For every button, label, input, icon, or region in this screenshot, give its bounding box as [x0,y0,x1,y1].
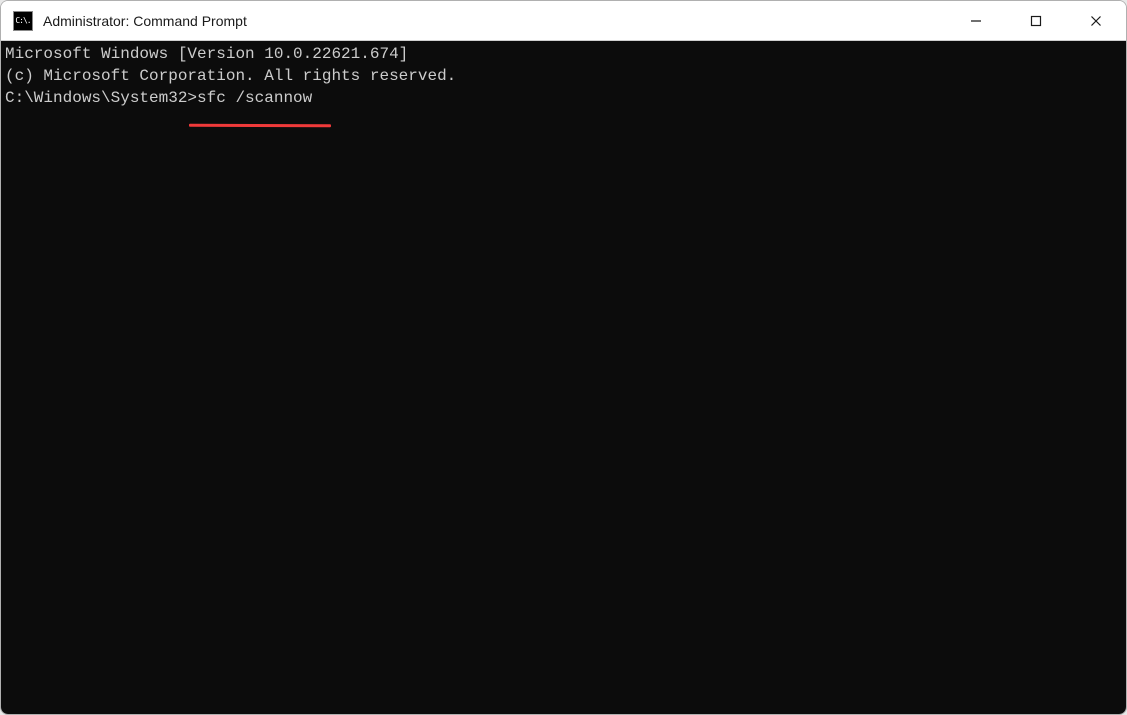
app-window: C:\. Administrator: Command Prompt Micro… [0,0,1127,715]
titlebar[interactable]: C:\. Administrator: Command Prompt [1,1,1126,41]
window-controls [946,1,1126,40]
maximize-icon [1030,15,1042,27]
minimize-icon [970,15,982,27]
cmd-icon: C:\. [13,11,33,31]
terminal-prompt-line: C:\Windows\System32>sfc /scannow [5,87,1122,109]
terminal-command: sfc /scannow [197,89,312,107]
minimize-button[interactable] [946,1,1006,40]
terminal-body[interactable]: Microsoft Windows [Version 10.0.22621.67… [1,41,1126,714]
maximize-button[interactable] [1006,1,1066,40]
close-button[interactable] [1066,1,1126,40]
window-title: Administrator: Command Prompt [43,13,946,29]
cmd-icon-text: C:\. [15,16,30,25]
terminal-output-line: (c) Microsoft Corporation. All rights re… [5,65,1122,87]
terminal-prompt: C:\Windows\System32> [5,89,197,107]
highlight-underline [189,124,331,127]
close-icon [1090,15,1102,27]
terminal-output-line: Microsoft Windows [Version 10.0.22621.67… [5,43,1122,65]
